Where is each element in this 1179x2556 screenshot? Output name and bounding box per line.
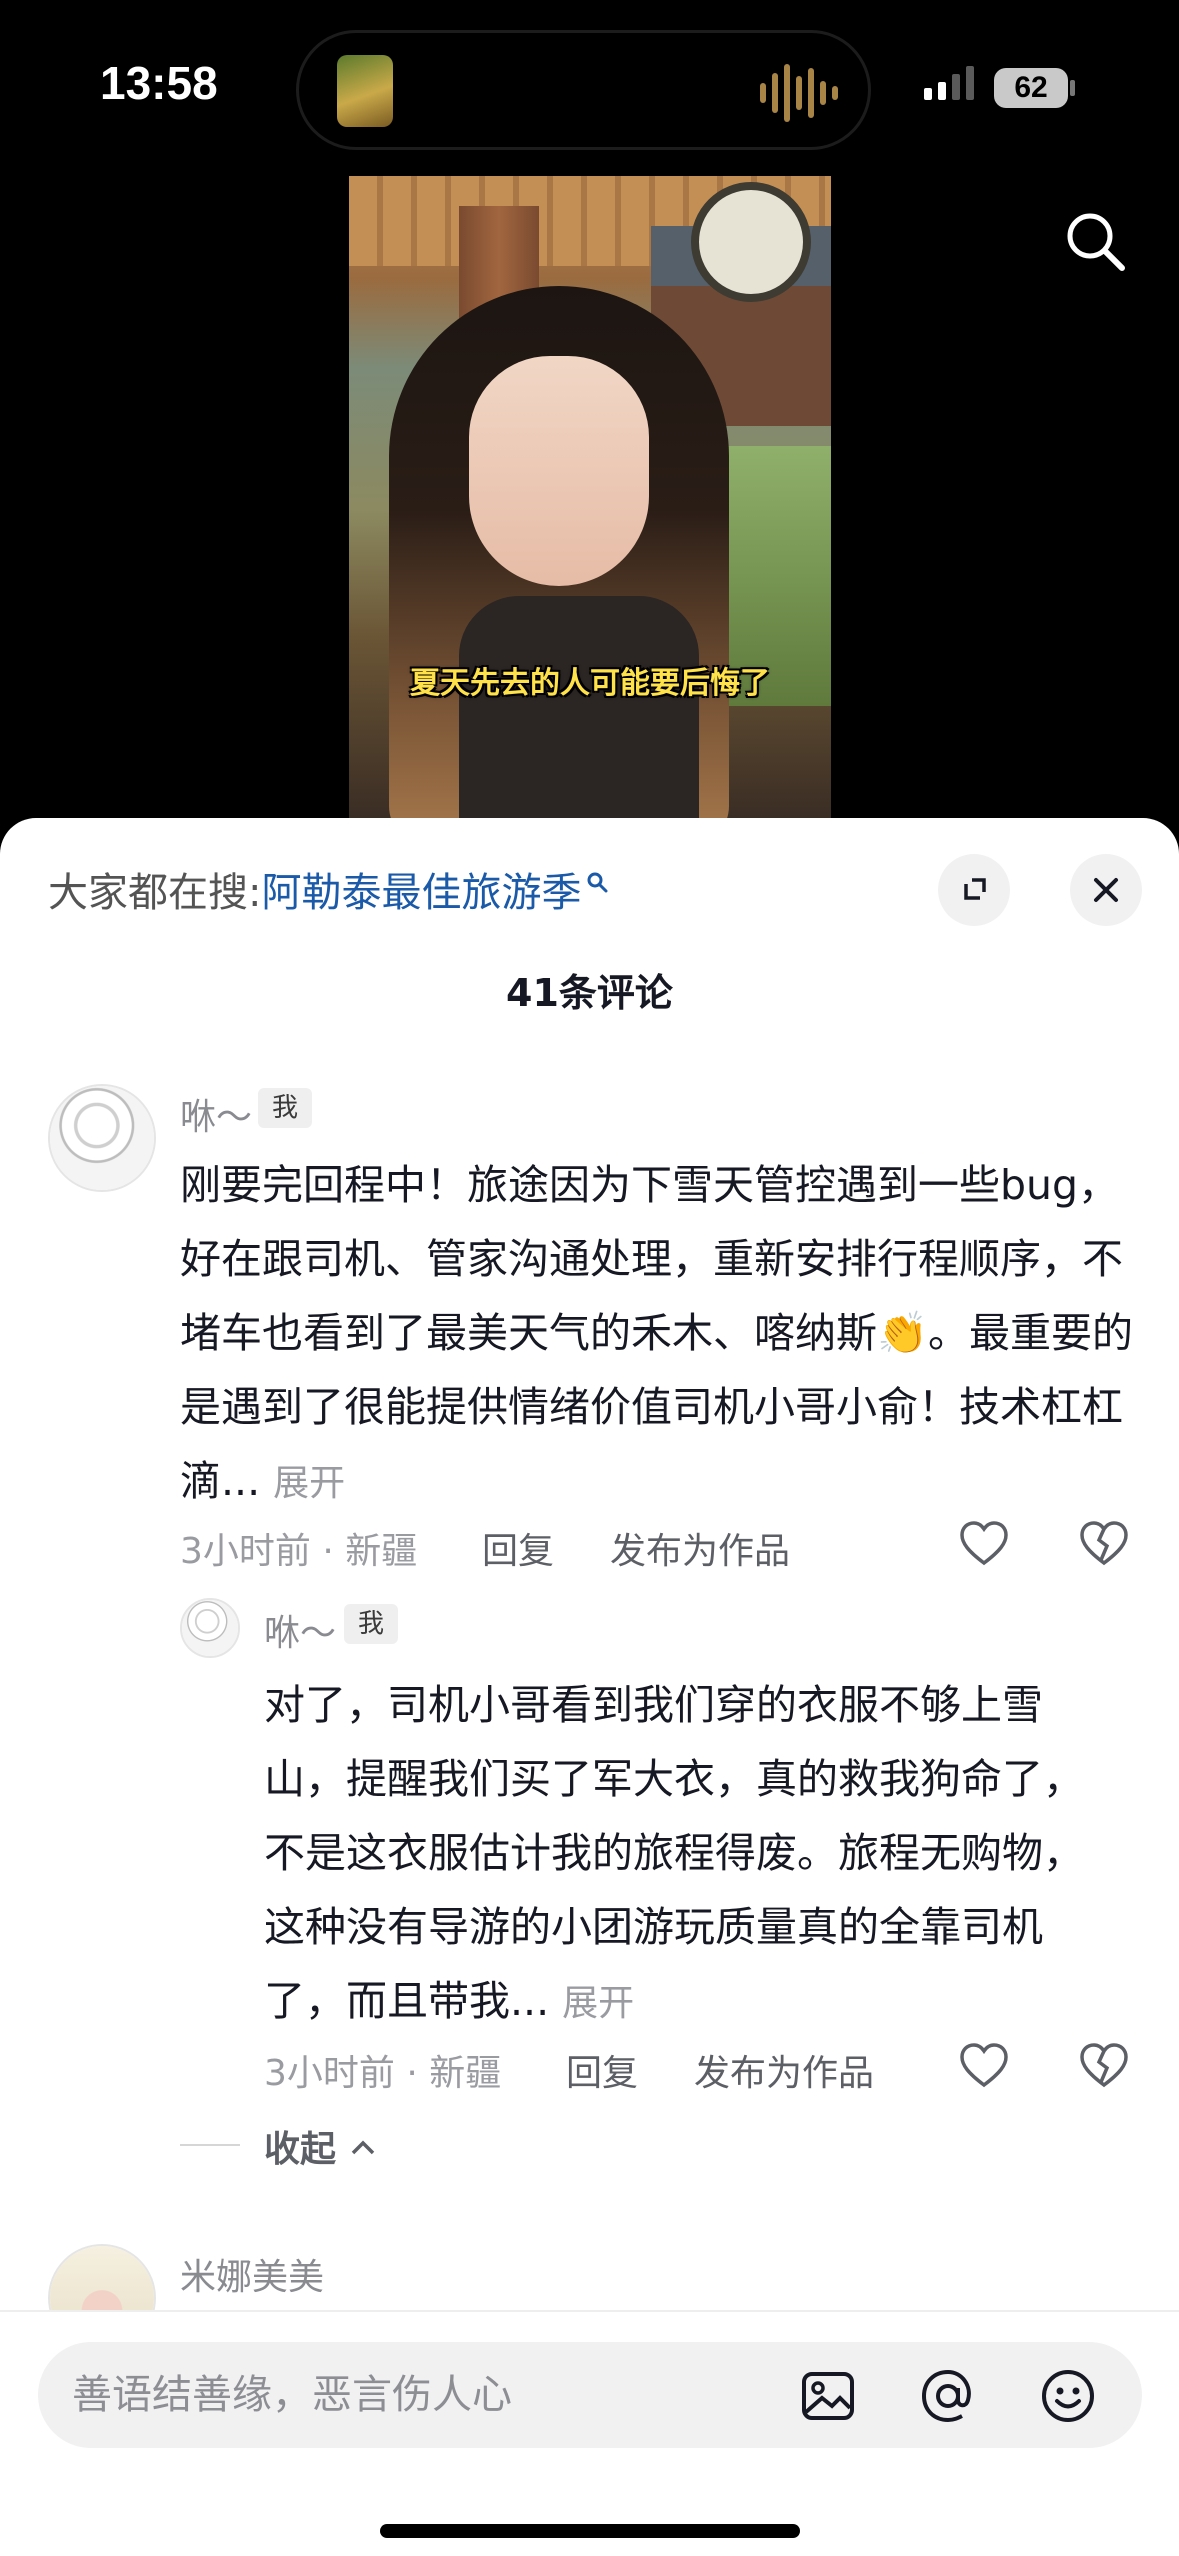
expand-link[interactable]: 展开 (562, 1983, 634, 2024)
comment-text[interactable]: 对了，司机小哥看到我们穿的衣服不够上雪山，提醒我们买了军大衣，真的救我狗命了，不… (264, 1668, 1124, 2041)
dislike-icon[interactable] (1076, 1516, 1132, 1572)
comment-input-bar (0, 2310, 1179, 2556)
now-playing-artwork (337, 55, 393, 127)
comment-meta: 3小时前 · 新疆 (180, 1531, 418, 1572)
comment-username[interactable]: 咻～ (180, 1088, 252, 1140)
avatar[interactable] (48, 1084, 156, 1192)
comment-username[interactable]: 咻～ (264, 1604, 336, 1656)
close-button[interactable] (1070, 854, 1142, 926)
status-time: 13:58 (100, 57, 218, 109)
comments-sheet: 大家都在搜:阿勒泰最佳旅游季 41条评论 咻～ 我 刚要完回程中！旅途因为下雪天… (0, 818, 1179, 2556)
image-icon[interactable] (798, 2366, 858, 2426)
heart-icon[interactable] (956, 2038, 1012, 2094)
comment-meta: 3小时前 · 新疆 (264, 2053, 502, 2094)
video-person-body (459, 596, 699, 818)
reply-button[interactable]: 回复 (482, 1522, 554, 1574)
expand-button[interactable] (938, 854, 1010, 926)
at-icon[interactable] (918, 2366, 978, 2426)
battery-indicator: 62 (994, 68, 1068, 108)
comment-input[interactable] (72, 2362, 792, 2428)
publish-as-work-button[interactable]: 发布为作品 (610, 1522, 790, 1574)
hot-search-term[interactable]: 阿勒泰最佳旅游季 (261, 870, 581, 916)
emoji-icon[interactable] (1038, 2366, 1098, 2426)
reply-button[interactable]: 回复 (566, 2044, 638, 2096)
hot-search-bar[interactable]: 大家都在搜:阿勒泰最佳旅游季 (48, 858, 609, 918)
close-icon (1094, 878, 1118, 902)
heart-icon[interactable] (956, 1516, 1012, 1572)
search-icon (585, 858, 609, 893)
audio-waveform-icon (760, 61, 838, 125)
comment-username[interactable]: 米娜美美 (180, 2248, 324, 2300)
video-clock (691, 182, 811, 302)
me-tag: 我 (258, 1088, 312, 1128)
cellular-signal-icon (924, 66, 974, 100)
avatar[interactable] (180, 1598, 240, 1658)
video-player[interactable]: 夏天先去的人可能要后悔了 (349, 176, 831, 818)
dynamic-island[interactable] (296, 30, 871, 150)
battery-cap (1070, 80, 1075, 96)
search-icon[interactable] (1060, 206, 1130, 276)
video-caption: 夏天先去的人可能要后悔了 (410, 666, 770, 701)
comment-count: 41条评论 (506, 971, 673, 1015)
video-person-face (469, 356, 649, 586)
collapse-divider (180, 2144, 240, 2146)
comment-input-pill[interactable] (38, 2342, 1142, 2448)
hot-search-prefix: 大家都在搜: (48, 870, 262, 916)
expand-icon (964, 878, 986, 900)
comment-text[interactable]: 刚要完回程中！旅途因为下雪天管控遇到一些bug，好在跟司机、管家沟通处理，重新安… (180, 1148, 1140, 1521)
home-indicator (380, 2524, 800, 2538)
dislike-icon[interactable] (1076, 2038, 1132, 2094)
expand-link[interactable]: 展开 (273, 1463, 345, 1504)
me-tag: 我 (344, 1604, 398, 1644)
publish-as-work-button[interactable]: 发布为作品 (694, 2044, 874, 2096)
collapse-replies-button[interactable]: 收起 (264, 2120, 377, 2172)
chevron-up-icon (351, 2140, 374, 2155)
